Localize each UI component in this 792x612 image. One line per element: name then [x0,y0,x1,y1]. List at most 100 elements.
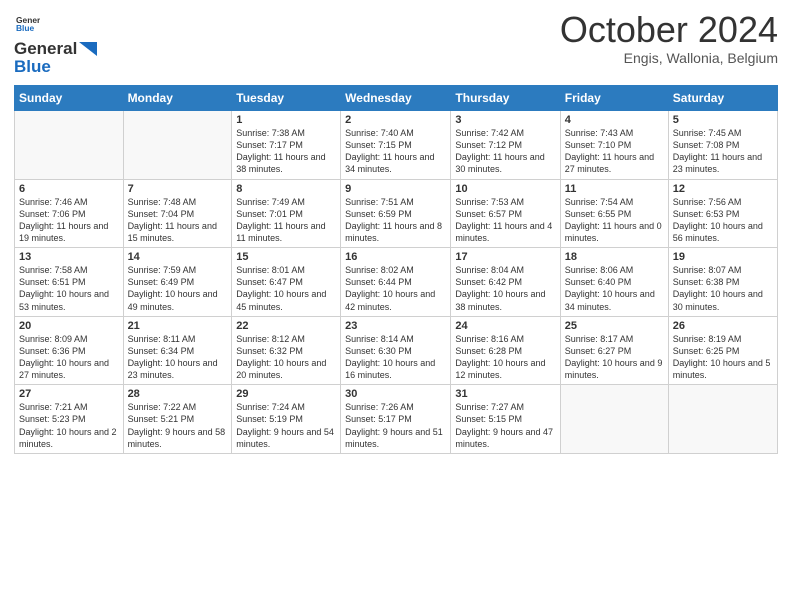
calendar-cell [560,385,668,454]
calendar-cell: 11Sunrise: 7:54 AMSunset: 6:55 PMDayligh… [560,179,668,248]
day-info: Sunrise: 8:02 AMSunset: 6:44 PMDaylight:… [345,264,446,313]
calendar-week-row: 6Sunrise: 7:46 AMSunset: 7:06 PMDaylight… [15,179,778,248]
day-number: 23 [345,320,446,332]
day-number: 21 [128,320,228,332]
day-number: 25 [565,320,664,332]
day-info: Sunrise: 8:12 AMSunset: 6:32 PMDaylight:… [236,333,336,382]
calendar-week-row: 1Sunrise: 7:38 AMSunset: 7:17 PMDaylight… [15,111,778,180]
day-number: 7 [128,183,228,195]
day-info: Sunrise: 7:43 AMSunset: 7:10 PMDaylight:… [565,127,664,176]
day-number: 28 [128,388,228,400]
day-info: Sunrise: 7:27 AMSunset: 5:15 PMDaylight:… [455,401,555,450]
calendar-cell: 6Sunrise: 7:46 AMSunset: 7:06 PMDaylight… [15,179,124,248]
day-number: 15 [236,251,336,263]
calendar-cell: 15Sunrise: 8:01 AMSunset: 6:47 PMDayligh… [232,248,341,317]
day-number: 4 [565,114,664,126]
calendar-cell [123,111,232,180]
day-info: Sunrise: 7:48 AMSunset: 7:04 PMDaylight:… [128,196,228,245]
calendar-cell: 29Sunrise: 7:24 AMSunset: 5:19 PMDayligh… [232,385,341,454]
calendar-cell: 8Sunrise: 7:49 AMSunset: 7:01 PMDaylight… [232,179,341,248]
calendar-cell: 2Sunrise: 7:40 AMSunset: 7:15 PMDaylight… [341,111,451,180]
day-number: 16 [345,251,446,263]
weekday-header-saturday: Saturday [668,86,777,111]
calendar-cell: 9Sunrise: 7:51 AMSunset: 6:59 PMDaylight… [341,179,451,248]
month-title: October 2024 [560,10,778,50]
day-info: Sunrise: 7:45 AMSunset: 7:08 PMDaylight:… [673,127,773,176]
day-number: 22 [236,320,336,332]
calendar-cell: 25Sunrise: 8:17 AMSunset: 6:27 PMDayligh… [560,316,668,385]
day-info: Sunrise: 7:21 AMSunset: 5:23 PMDaylight:… [19,401,119,450]
day-info: Sunrise: 7:53 AMSunset: 6:57 PMDaylight:… [455,196,555,245]
weekday-header-thursday: Thursday [451,86,560,111]
day-info: Sunrise: 8:07 AMSunset: 6:38 PMDaylight:… [673,264,773,313]
day-info: Sunrise: 8:19 AMSunset: 6:25 PMDaylight:… [673,333,773,382]
calendar-cell: 18Sunrise: 8:06 AMSunset: 6:40 PMDayligh… [560,248,668,317]
day-info: Sunrise: 8:16 AMSunset: 6:28 PMDaylight:… [455,333,555,382]
day-number: 12 [673,183,773,195]
logo-block: General Blue General Blue [14,14,97,77]
weekday-header-friday: Friday [560,86,668,111]
day-number: 17 [455,251,555,263]
day-number: 8 [236,183,336,195]
day-number: 19 [673,251,773,263]
day-info: Sunrise: 7:59 AMSunset: 6:49 PMDaylight:… [128,264,228,313]
day-info: Sunrise: 7:42 AMSunset: 7:12 PMDaylight:… [455,127,555,176]
weekday-header-wednesday: Wednesday [341,86,451,111]
day-info: Sunrise: 8:01 AMSunset: 6:47 PMDaylight:… [236,264,336,313]
calendar-cell: 19Sunrise: 8:07 AMSunset: 6:38 PMDayligh… [668,248,777,317]
calendar-week-row: 27Sunrise: 7:21 AMSunset: 5:23 PMDayligh… [15,385,778,454]
day-number: 27 [19,388,119,400]
day-info: Sunrise: 7:38 AMSunset: 7:17 PMDaylight:… [236,127,336,176]
calendar-cell: 1Sunrise: 7:38 AMSunset: 7:17 PMDaylight… [232,111,341,180]
calendar-cell: 20Sunrise: 8:09 AMSunset: 6:36 PMDayligh… [15,316,124,385]
calendar-cell: 24Sunrise: 8:16 AMSunset: 6:28 PMDayligh… [451,316,560,385]
day-number: 2 [345,114,446,126]
day-info: Sunrise: 7:51 AMSunset: 6:59 PMDaylight:… [345,196,446,245]
day-info: Sunrise: 7:46 AMSunset: 7:06 PMDaylight:… [19,196,119,245]
logo-icon: General Blue [16,14,40,34]
header: General Blue General Blue October 2024 E… [14,10,778,77]
calendar-week-row: 20Sunrise: 8:09 AMSunset: 6:36 PMDayligh… [15,316,778,385]
day-number: 30 [345,388,446,400]
calendar-page: General Blue General Blue October 2024 E… [0,0,792,612]
day-info: Sunrise: 8:11 AMSunset: 6:34 PMDaylight:… [128,333,228,382]
calendar-cell: 22Sunrise: 8:12 AMSunset: 6:32 PMDayligh… [232,316,341,385]
day-info: Sunrise: 8:06 AMSunset: 6:40 PMDaylight:… [565,264,664,313]
svg-text:Blue: Blue [16,23,35,33]
day-info: Sunrise: 7:49 AMSunset: 7:01 PMDaylight:… [236,196,336,245]
calendar-cell: 14Sunrise: 7:59 AMSunset: 6:49 PMDayligh… [123,248,232,317]
location: Engis, Wallonia, Belgium [560,50,778,66]
logo-general: General [14,39,77,59]
day-number: 11 [565,183,664,195]
day-number: 24 [455,320,555,332]
day-info: Sunrise: 7:24 AMSunset: 5:19 PMDaylight:… [236,401,336,450]
calendar-cell: 10Sunrise: 7:53 AMSunset: 6:57 PMDayligh… [451,179,560,248]
day-number: 14 [128,251,228,263]
day-number: 18 [565,251,664,263]
logo-arrow-icon [79,42,97,56]
weekday-header-sunday: Sunday [15,86,124,111]
title-block: October 2024 Engis, Wallonia, Belgium [560,10,778,66]
day-info: Sunrise: 8:04 AMSunset: 6:42 PMDaylight:… [455,264,555,313]
weekday-header-monday: Monday [123,86,232,111]
calendar-cell: 26Sunrise: 8:19 AMSunset: 6:25 PMDayligh… [668,316,777,385]
day-info: Sunrise: 7:58 AMSunset: 6:51 PMDaylight:… [19,264,119,313]
day-info: Sunrise: 7:26 AMSunset: 5:17 PMDaylight:… [345,401,446,450]
calendar-cell: 5Sunrise: 7:45 AMSunset: 7:08 PMDaylight… [668,111,777,180]
day-number: 5 [673,114,773,126]
day-info: Sunrise: 7:54 AMSunset: 6:55 PMDaylight:… [565,196,664,245]
calendar-cell: 13Sunrise: 7:58 AMSunset: 6:51 PMDayligh… [15,248,124,317]
calendar-cell: 23Sunrise: 8:14 AMSunset: 6:30 PMDayligh… [341,316,451,385]
day-number: 6 [19,183,119,195]
calendar-cell [15,111,124,180]
day-info: Sunrise: 8:09 AMSunset: 6:36 PMDaylight:… [19,333,119,382]
day-number: 9 [345,183,446,195]
day-info: Sunrise: 7:56 AMSunset: 6:53 PMDaylight:… [673,196,773,245]
day-info: Sunrise: 8:14 AMSunset: 6:30 PMDaylight:… [345,333,446,382]
day-number: 29 [236,388,336,400]
day-number: 1 [236,114,336,126]
day-info: Sunrise: 7:22 AMSunset: 5:21 PMDaylight:… [128,401,228,450]
logo-blue: Blue [14,57,97,77]
calendar-cell: 12Sunrise: 7:56 AMSunset: 6:53 PMDayligh… [668,179,777,248]
calendar-cell: 21Sunrise: 8:11 AMSunset: 6:34 PMDayligh… [123,316,232,385]
